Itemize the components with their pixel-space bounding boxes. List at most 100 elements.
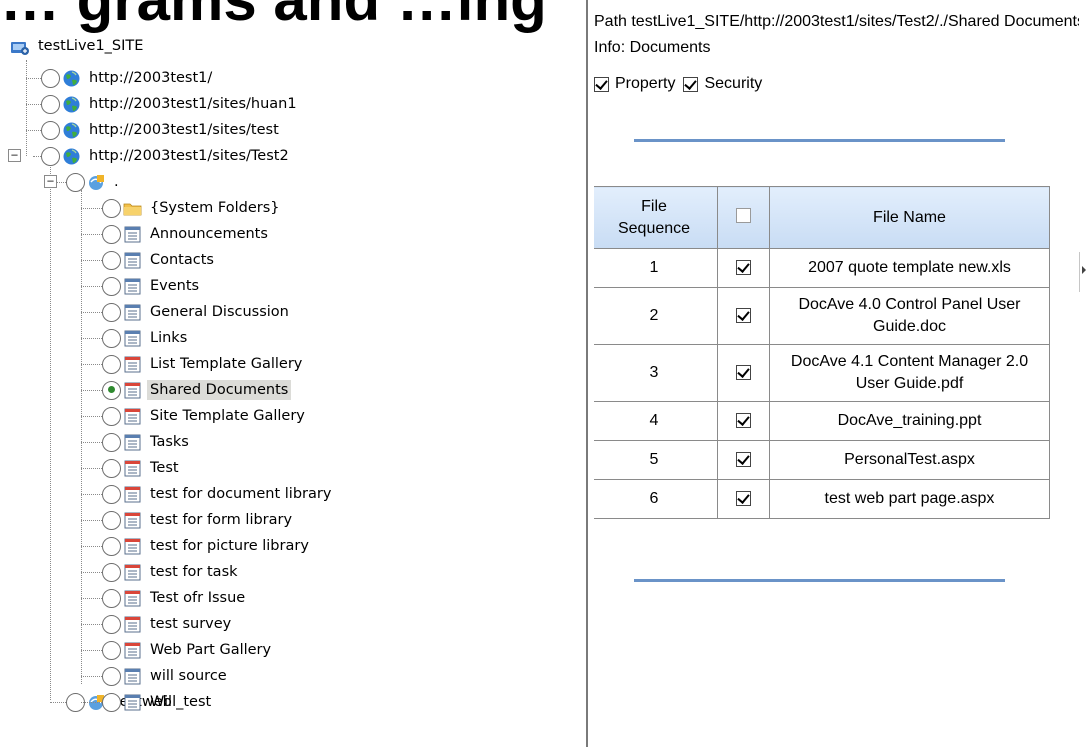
tree-item-test-for-task[interactable]: test for task — [102, 559, 241, 585]
tree-item-test-ofr-issue-label: Test ofr Issue — [150, 590, 246, 606]
tree-item-shared-documents[interactable]: Shared Documents — [102, 377, 292, 403]
tree-item-system-folders-radio[interactable] — [102, 198, 121, 218]
tree-connector — [81, 546, 102, 547]
tree-connector — [81, 312, 102, 313]
tree-item-system-folders-label: {System Folders} — [150, 200, 280, 216]
tree-site-3-radio[interactable] — [41, 120, 60, 140]
tree-item-test-for-task-radio[interactable] — [102, 562, 121, 582]
tree-item-contacts-radio[interactable] — [102, 250, 121, 270]
tree-item-list-template-gallery-radio[interactable] — [102, 354, 121, 374]
tree-web-node[interactable]: . — [66, 169, 122, 195]
table-row[interactable]: 3 DocAve 4.1 Content Manager 2.0 User Gui… — [594, 344, 1050, 402]
tree-item-test-ofr-issue-radio[interactable] — [102, 588, 121, 608]
list-icon — [124, 668, 141, 684]
table-header-row: File Sequence File Name — [594, 186, 1050, 249]
section-rule-top — [634, 139, 1005, 142]
tree-item-system-folders[interactable]: {System Folders} — [102, 195, 283, 221]
select-all-checkbox[interactable] — [736, 207, 751, 223]
library-icon — [124, 486, 141, 502]
tree-connector — [81, 338, 102, 339]
file-select-checkbox[interactable] — [736, 452, 751, 468]
file-select-checkbox[interactable] — [736, 308, 751, 324]
file-select-checkbox[interactable] — [736, 413, 751, 429]
tree-item-will-test[interactable]: Will_test — [102, 689, 214, 715]
tree-item-links[interactable]: Links — [102, 325, 190, 351]
pane-divider[interactable] — [586, 0, 588, 747]
globe-icon — [63, 96, 80, 112]
file-select-cell — [717, 287, 770, 345]
collapse-test2-toggle[interactable]: − — [8, 149, 21, 162]
tree-item-general-discussion[interactable]: General Discussion — [102, 299, 292, 325]
tree-item-tasks[interactable]: Tasks — [102, 429, 192, 455]
property-checkbox[interactable] — [594, 76, 609, 92]
tree-site-1-radio[interactable] — [41, 68, 60, 88]
tree-item-events-radio[interactable] — [102, 276, 121, 296]
file-select-checkbox[interactable] — [736, 365, 751, 381]
tree-item-events[interactable]: Events — [102, 273, 202, 299]
tree-item-test-for-document-library[interactable]: test for document library — [102, 481, 334, 507]
tree-item-site-template-gallery-radio[interactable] — [102, 406, 121, 426]
tree-connector — [26, 104, 41, 105]
tree-item-test-for-document-library-radio[interactable] — [102, 484, 121, 504]
tree-item-test-for-form-library[interactable]: test for form library — [102, 507, 295, 533]
tree-connector — [81, 468, 102, 469]
tree-item-will-source[interactable]: will source — [102, 663, 230, 689]
tree-item-will-source-radio[interactable] — [102, 666, 121, 686]
tree-connector — [81, 442, 102, 443]
tree-item-list-template-gallery[interactable]: List Template Gallery — [102, 351, 305, 377]
tree-item-test-for-picture-library[interactable]: test for picture library — [102, 533, 312, 559]
tree-site-3[interactable]: http://2003test1/sites/test — [41, 117, 282, 143]
security-checkbox[interactable] — [683, 76, 699, 92]
library-icon — [124, 564, 141, 580]
tree-item-links-radio[interactable] — [102, 328, 121, 348]
tree-item-will-test-radio[interactable] — [102, 692, 121, 712]
table-row[interactable]: 1 2007 quote template new.xls — [594, 248, 1050, 288]
table-row[interactable]: 6 test web part page.aspx — [594, 479, 1050, 519]
tree-item-test-radio[interactable] — [102, 458, 121, 478]
library-icon — [124, 356, 141, 372]
tree-connector — [81, 520, 102, 521]
tree-item-contacts[interactable]: Contacts — [102, 247, 217, 273]
table-row[interactable]: 4 DocAve_training.ppt — [594, 401, 1050, 441]
site-collection-icon — [11, 41, 29, 55]
tree-item-will-source-label: will source — [150, 668, 227, 684]
table-row[interactable]: 2 DocAve 4.0 Control Panel User Guide.doc — [594, 287, 1050, 345]
tree-site-2[interactable]: http://2003test1/sites/huan1 — [41, 91, 300, 117]
tree-item-general-discussion-radio[interactable] — [102, 302, 121, 322]
tree-connector — [57, 182, 66, 183]
tree-item-tasks-radio[interactable] — [102, 432, 121, 452]
tree-item-announcements-radio[interactable] — [102, 224, 121, 244]
tree-connector — [50, 702, 66, 703]
tree-item-announcements[interactable]: Announcements — [102, 221, 271, 247]
file-name-text: PersonalTest.aspx — [844, 451, 975, 468]
file-select-checkbox[interactable] — [736, 491, 751, 507]
file-name-cell: DocAve 4.0 Control Panel User Guide.doc — [769, 287, 1050, 345]
tree-site-4[interactable]: http://2003test1/sites/Test2 — [41, 143, 292, 169]
tree-connector — [81, 208, 102, 209]
tree-item-web-part-gallery[interactable]: Web Part Gallery — [102, 637, 274, 663]
tree-item-web-part-gallery-radio[interactable] — [102, 640, 121, 660]
tree-item-test-survey[interactable]: test survey — [102, 611, 234, 637]
collapse-web-toggle[interactable]: − — [44, 175, 57, 188]
tree-item-test-ofr-issue[interactable]: Test ofr Issue — [102, 585, 248, 611]
file-select-checkbox[interactable] — [736, 260, 751, 276]
tree-item-test-survey-radio[interactable] — [102, 614, 121, 634]
tree-site-1[interactable]: http://2003test1/ — [41, 65, 215, 91]
tree-root[interactable]: testLive1_SITE — [10, 33, 146, 59]
tree-item-test-for-form-library-radio[interactable] — [102, 510, 121, 530]
tree-item-shared-documents-radio[interactable] — [102, 380, 121, 400]
tree-site-2-radio[interactable] — [41, 94, 60, 114]
tree-connector — [81, 364, 102, 365]
tree-site-4-radio[interactable] — [41, 146, 60, 166]
tree-item-test[interactable]: Test — [102, 455, 182, 481]
tree-connector — [81, 702, 102, 703]
web-node-radio[interactable] — [66, 172, 85, 192]
security-label: Security — [704, 75, 763, 92]
table-row[interactable]: 5 PersonalTest.aspx — [594, 440, 1050, 480]
tree-connector — [81, 286, 102, 287]
tree-item-site-template-gallery[interactable]: Site Template Gallery — [102, 403, 308, 429]
collapse-panel-handle[interactable] — [1079, 252, 1086, 292]
tree-item-test-for-picture-library-radio[interactable] — [102, 536, 121, 556]
tree-connector — [26, 78, 41, 79]
tree-item-test-survey-label: test survey — [150, 616, 232, 632]
